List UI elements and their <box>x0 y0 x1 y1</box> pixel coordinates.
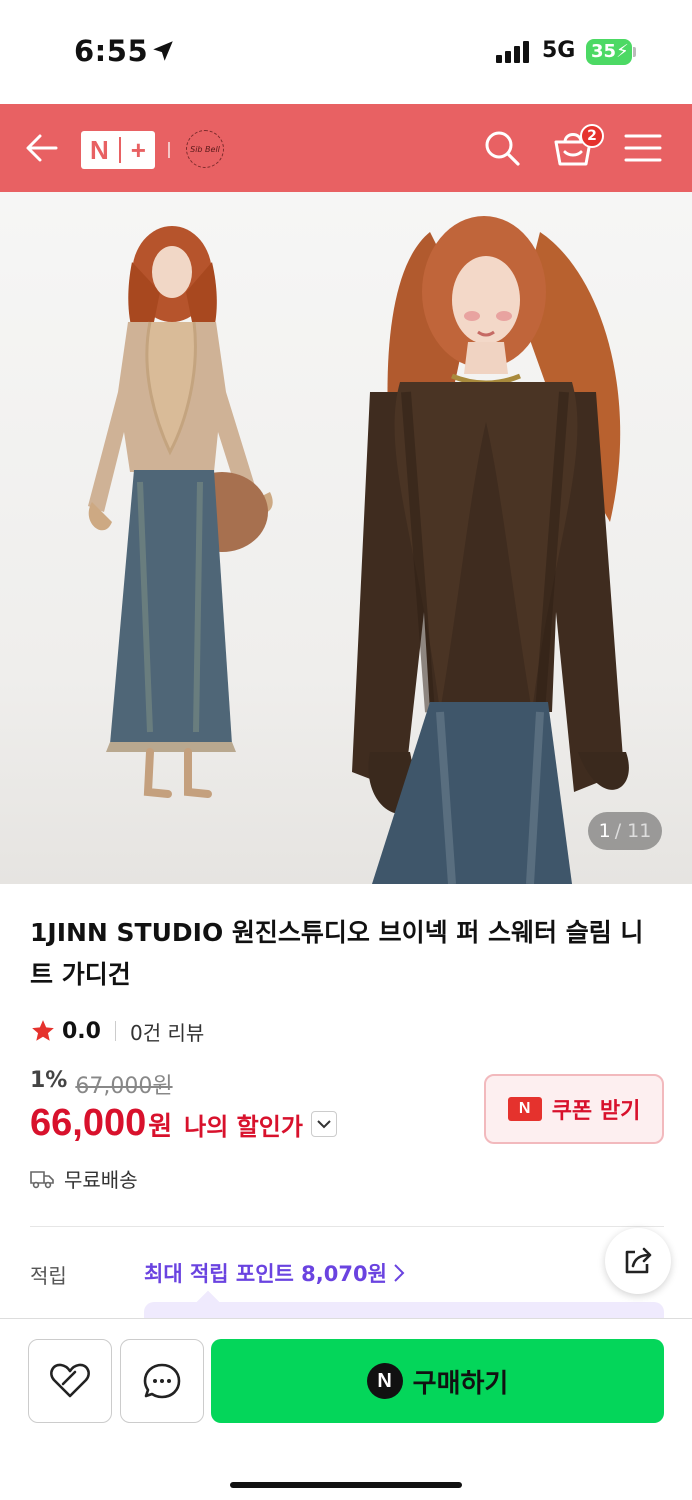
points-value-link[interactable]: 최대 적립 포인트 8,070원 <box>144 1258 405 1288</box>
naver-pay-n-icon: N <box>366 1363 403 1399</box>
shipping-row: 무료배송 <box>30 1164 138 1193</box>
points-label: 적립 <box>30 1264 67 1288</box>
logo-divider <box>118 137 121 163</box>
discount-rate: 1% <box>30 1068 68 1093</box>
menu-button[interactable] <box>620 126 666 170</box>
back-button[interactable] <box>20 126 64 170</box>
model-right-figure <box>352 216 629 884</box>
status-time: 6:55 <box>74 34 149 68</box>
review-count: 0건 리뷰 <box>129 1020 205 1045</box>
store-logo[interactable]: Sib Bell <box>186 130 224 168</box>
rating-row[interactable]: 0.0 0건 리뷰 <box>30 1014 204 1048</box>
coupon-button-label: 쿠폰 받기 <box>551 1099 641 1124</box>
rating-separator <box>114 1021 116 1041</box>
image-counter: 1 / 11 <box>588 812 662 850</box>
section-divider <box>30 1226 664 1227</box>
logo-n: N <box>90 134 109 165</box>
location-arrow-icon <box>153 41 173 61</box>
points-row[interactable]: 적립 최대 적립 포인트 8,070원 <box>30 1258 670 1292</box>
battery-cap <box>633 47 636 57</box>
buy-button[interactable]: N 구매하기 <box>211 1339 664 1423</box>
buy-button-label: 구매하기 <box>412 1368 509 1399</box>
original-price: 67,000원 <box>75 1074 173 1099</box>
product-photo <box>88 216 629 884</box>
store-logo-text: Sib Bell <box>190 144 220 154</box>
currency-unit: 원 <box>148 1112 173 1142</box>
search-button[interactable] <box>478 124 526 172</box>
image-counter-current: 1 <box>598 820 611 842</box>
heart-icon <box>50 1363 90 1398</box>
chevron-right-icon <box>394 1264 405 1282</box>
original-price-row: 1% 67,000원 <box>30 1068 173 1100</box>
naver-plus-store-logo[interactable]: N + <box>81 131 155 169</box>
coupon-button[interactable]: N 쿠폰 받기 <box>484 1074 664 1144</box>
sale-price-row: 66,000 원 나의 할인가 <box>30 1102 337 1145</box>
naver-n-icon: N <box>507 1097 542 1121</box>
wishlist-button[interactable] <box>28 1339 112 1423</box>
chat-button[interactable] <box>120 1339 204 1423</box>
cellular-signal-icon <box>496 41 532 63</box>
battery-level: 35 <box>591 41 617 62</box>
rating-score: 0.0 <box>62 1018 101 1044</box>
my-price-label: 나의 할인가 <box>184 1113 303 1141</box>
product-image-gallery[interactable]: 1 / 11 <box>0 192 692 884</box>
model-left-figure <box>88 226 273 798</box>
chevron-down-icon <box>317 1119 331 1128</box>
logo-plus: + <box>130 134 146 165</box>
points-value: 최대 적립 포인트 8,070원 <box>144 1262 387 1286</box>
price-detail-toggle[interactable] <box>310 1110 337 1137</box>
chat-bubble-icon <box>143 1363 181 1399</box>
sale-price: 66,000 <box>30 1102 147 1144</box>
product-title: 1JINN STUDIO 원진스튜디오 브이넥 퍼 스웨터 슬림 니트 가디건 <box>30 918 644 989</box>
back-arrow-icon <box>26 134 58 162</box>
star-icon <box>32 1020 54 1041</box>
shipping-label: 무료배송 <box>64 1168 138 1192</box>
share-icon <box>625 1247 652 1274</box>
search-icon <box>485 131 520 166</box>
status-bar: 6:55 5G 35⚡ <box>0 0 692 104</box>
header-divider <box>168 142 170 158</box>
app-header: N + Sib Bell <box>0 104 692 192</box>
battery-icon: 35⚡ <box>586 39 632 65</box>
hamburger-menu-icon <box>624 134 662 162</box>
share-button[interactable] <box>605 1228 671 1294</box>
home-indicator <box>230 1482 462 1488</box>
image-counter-total: / 11 <box>614 820 652 842</box>
cart-count-badge: 2 <box>580 124 604 148</box>
bottom-action-bar: N 구매하기 <box>0 1318 692 1500</box>
network-type: 5G <box>542 38 576 63</box>
truck-icon <box>30 1170 54 1188</box>
